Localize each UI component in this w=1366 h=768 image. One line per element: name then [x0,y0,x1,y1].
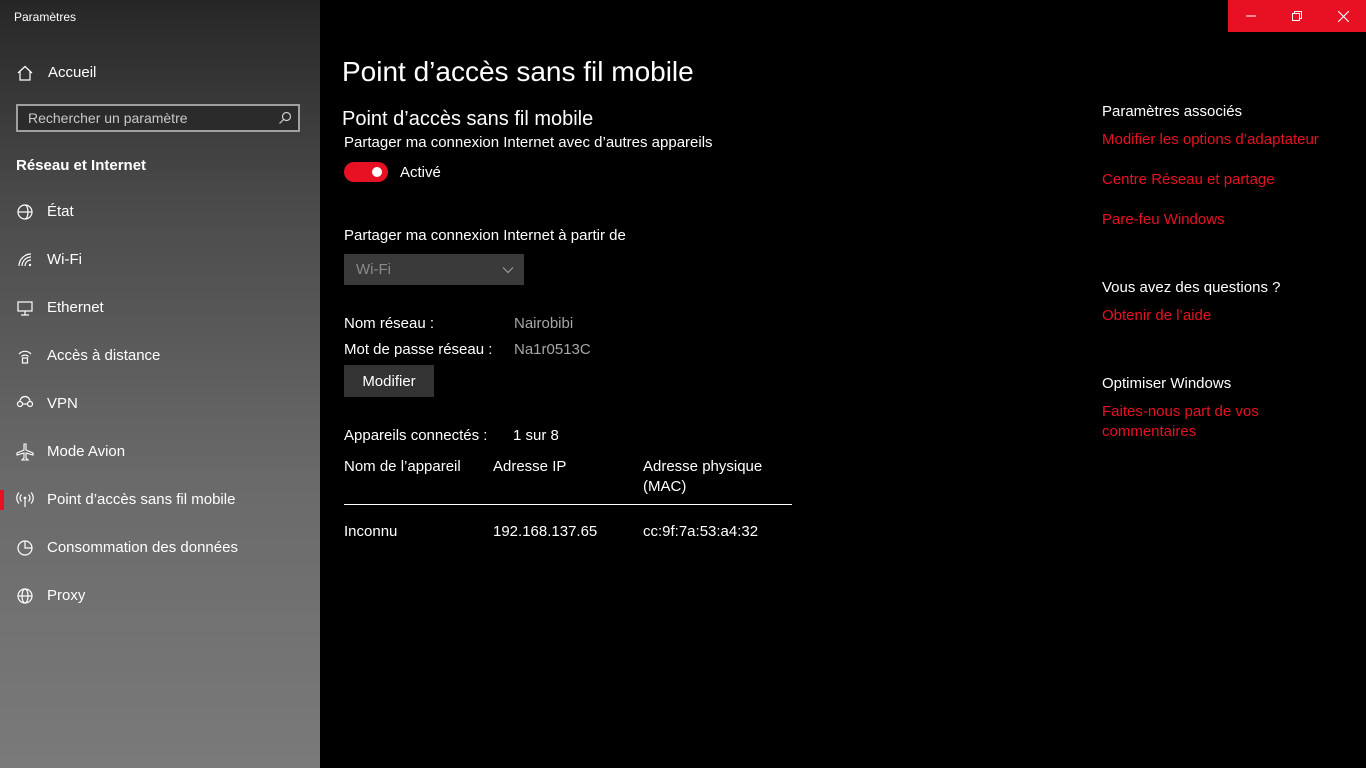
ethernet-icon [16,299,34,317]
device-name-cell: Inconnu [344,523,398,540]
network-name-value: Nairobibi [514,315,574,332]
connected-devices-count: 1 sur 8 [513,427,559,444]
search-box[interactable] [16,104,300,132]
toggle-knob [372,167,382,177]
window-controls [1228,0,1366,32]
toggle-state-label: Activé [400,164,441,181]
share-from-value: Wi-Fi [356,261,391,278]
link-feedback[interactable]: Faites-nous part de vos commentaires [1102,402,1302,442]
sidebar-item-vpn[interactable]: VPN [0,382,320,426]
share-from-dropdown[interactable]: Wi-Fi [344,254,524,285]
sidebar-item-consommation[interactable]: Consommation des données [0,526,320,570]
selection-indicator [0,490,4,510]
sidebar-item-label: État [47,203,74,220]
sidebar-item-proxy[interactable]: Proxy [0,574,320,618]
optimize-title: Optimiser Windows [1102,375,1232,392]
password-value: Na1r0513C [514,341,591,358]
sidebar-item-label: Ethernet [47,299,104,316]
close-button[interactable] [1320,0,1366,32]
search-icon[interactable] [278,111,292,125]
sidebar-section-title: Réseau et Internet [16,157,147,174]
home-status-icon [16,203,34,221]
connected-devices-label: Appareils connectés : [344,427,488,444]
sidebar-item-etat[interactable]: État [0,190,320,234]
sidebar-item-label: VPN [47,395,78,412]
sidebar-item-ethernet[interactable]: Ethernet [0,286,320,330]
sidebar-item-label: Accès à distance [47,347,161,364]
device-ip-cell: 192.168.137.65 [493,523,598,540]
hotspot-toggle[interactable] [344,162,388,182]
table-divider [344,504,792,505]
sidebar-item-label: Proxy [47,587,86,604]
sidebar-item-acces-distance[interactable]: Accès à distance [0,334,320,378]
chevron-down-icon [502,264,514,276]
home-icon [16,64,34,82]
column-header-ip: Adresse IP [493,458,567,475]
data-usage-icon [16,539,34,557]
device-mac-cell: cc:9f:7a:53:a4:32 [643,523,759,540]
share-description: Partager ma connexion Internet avec d’au… [344,134,713,151]
window-title: Paramètres [14,10,77,24]
link-network-center[interactable]: Centre Réseau et partage [1102,171,1275,188]
sidebar: Paramètres Accueil Réseau et Internet Ét… [0,0,320,768]
share-from-label: Partager ma connexion Internet à partir … [344,227,626,244]
network-name-label: Nom réseau : [344,315,435,332]
password-label: Mot de passe réseau : [344,341,493,358]
globe-icon [16,587,34,605]
sidebar-item-label: Accueil [48,64,97,81]
modify-button[interactable]: Modifier [344,365,434,397]
sidebar-item-mode-avion[interactable]: Mode Avion [0,430,320,474]
link-adapter-options[interactable]: Modifier les options d’adaptateur [1102,131,1319,148]
section-title: Point d’accès sans fil mobile [342,108,594,130]
search-input[interactable] [18,106,278,130]
sidebar-item-label: Mode Avion [47,443,126,460]
vpn-icon [16,395,34,413]
sidebar-item-label: Wi-Fi [47,251,82,268]
dialup-icon [16,347,34,365]
restore-button[interactable] [1274,0,1320,32]
related-settings-title: Paramètres associés [1102,103,1243,120]
restore-icon [1292,11,1302,21]
column-header-device-name: Nom de l’appareil [344,458,461,475]
wifi-icon [16,251,34,269]
sidebar-item-label: Consommation des données [47,539,238,556]
hotspot-icon [16,491,34,509]
close-icon [1337,10,1349,22]
column-header-mac: Adresse physique (MAC) [643,458,763,495]
sidebar-item-home[interactable]: Accueil [0,50,320,94]
link-firewall[interactable]: Pare-feu Windows [1102,211,1225,228]
minimize-icon [1246,11,1256,21]
sidebar-item-wifi[interactable]: Wi-Fi [0,238,320,282]
link-get-help[interactable]: Obtenir de l’aide [1102,307,1211,324]
questions-title: Vous avez des questions ? [1102,279,1281,296]
airplane-icon [16,443,34,461]
page-title: Point d’accès sans fil mobile [342,56,694,87]
sidebar-item-label: Point d’accès sans fil mobile [47,491,236,508]
sidebar-item-point-acces[interactable]: Point d’accès sans fil mobile [0,478,320,522]
minimize-button[interactable] [1228,0,1274,32]
